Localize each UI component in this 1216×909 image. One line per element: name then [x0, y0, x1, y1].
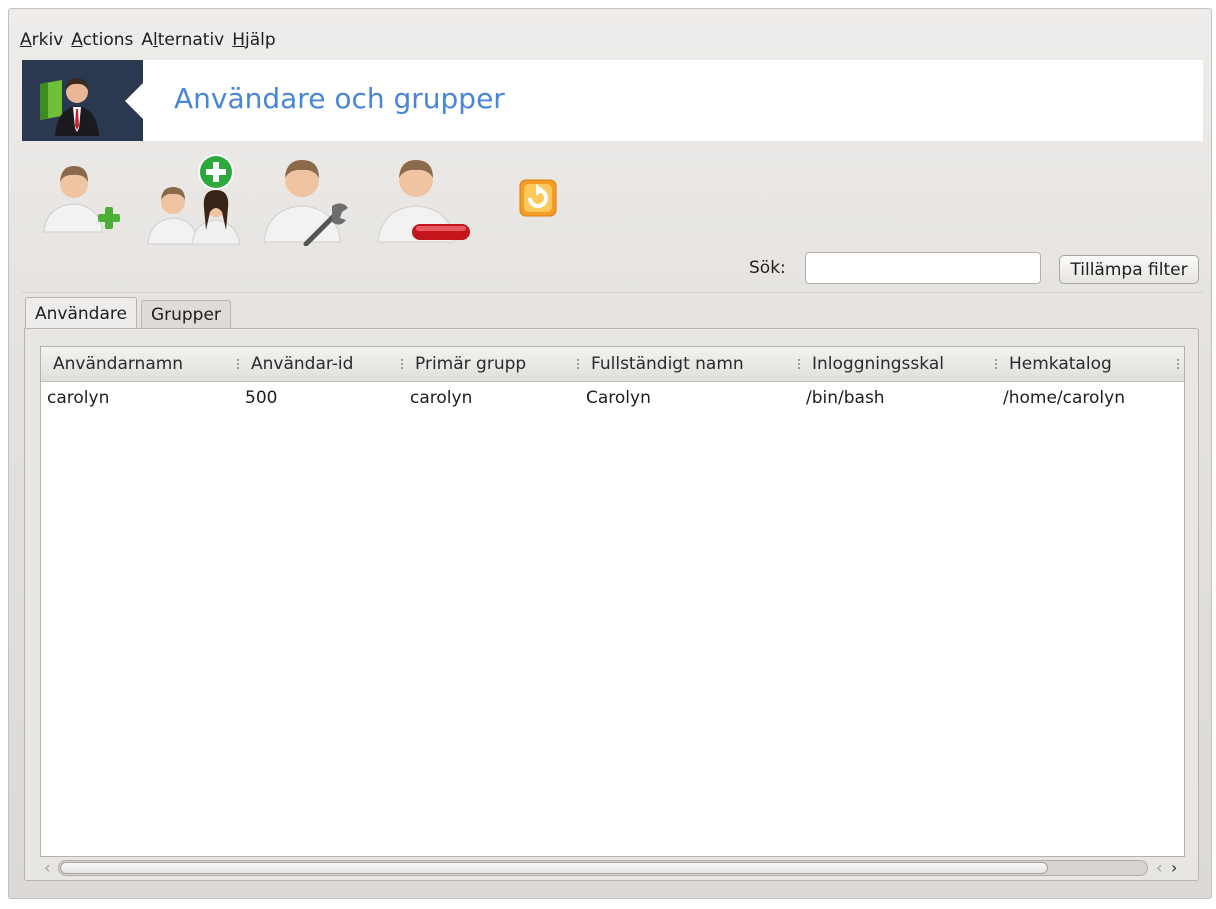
header-banner: Användare och grupper — [22, 60, 1203, 141]
horizontal-scrollbar[interactable]: ‹ ‹ › — [40, 858, 1185, 880]
column-header-username[interactable]: Användarnamn — [53, 354, 183, 374]
menu-arkiv[interactable]: Arkiv — [20, 30, 63, 54]
scroll-left-arrow-icon[interactable]: ‹ — [1156, 858, 1162, 877]
cell-username: carolyn — [47, 388, 110, 408]
separator — [22, 292, 1203, 293]
column-header-user-id[interactable]: Användar-id — [251, 354, 353, 374]
tab-bar: Användare Grupper — [25, 297, 235, 330]
banner-notch — [125, 82, 144, 120]
cell-home-dir: /home/carolyn — [1003, 388, 1125, 408]
cell-primary-group: carolyn — [410, 388, 473, 408]
cell-login-shell: /bin/bash — [806, 388, 885, 408]
column-separator[interactable] — [995, 359, 997, 371]
tab-users[interactable]: Användare — [25, 297, 137, 330]
menu-hjalp[interactable]: Hjälp — [232, 30, 275, 54]
delete-user-icon — [377, 160, 470, 243]
scrollbar-track[interactable] — [58, 860, 1148, 876]
menubar: Arkiv Actions Alternativ Hjälp — [20, 30, 284, 54]
cell-user-id: 500 — [245, 388, 278, 408]
column-separator[interactable] — [401, 359, 403, 371]
apply-filter-button[interactable]: Tillämpa filter — [1059, 255, 1199, 284]
column-header-primary-group[interactable]: Primär grupp — [415, 354, 526, 374]
search-label: Sök: — [749, 258, 786, 278]
column-separator[interactable] — [798, 359, 800, 371]
add-group-icon — [147, 154, 241, 245]
menu-alternativ[interactable]: Alternativ — [141, 30, 224, 54]
column-header-home-dir[interactable]: Hemkatalog — [1009, 354, 1112, 374]
users-table: Användarnamn Användar-id Primär grupp Fu… — [40, 346, 1185, 857]
cell-full-name: Carolyn — [586, 388, 651, 408]
add-group-button[interactable] — [146, 150, 246, 246]
menu-actions[interactable]: Actions — [71, 30, 133, 54]
tab-groups[interactable]: Grupper — [140, 300, 231, 329]
column-separator[interactable] — [577, 359, 579, 371]
scroll-right-arrow-icon[interactable]: › — [1171, 858, 1177, 877]
search-input[interactable] — [805, 252, 1041, 284]
table-header: Användarnamn Användar-id Primär grupp Fu… — [41, 347, 1184, 382]
column-header-login-shell[interactable]: Inloggningsskal — [812, 354, 944, 374]
scroll-left-arrow-icon[interactable]: ‹ — [44, 858, 50, 877]
column-header-full-name[interactable]: Fullständigt namn — [591, 354, 744, 374]
column-separator[interactable] — [237, 359, 239, 371]
scrollbar-thumb[interactable] — [60, 862, 1048, 874]
column-separator[interactable] — [1177, 359, 1179, 371]
delete-user-button[interactable] — [374, 150, 474, 246]
edit-user-button[interactable] — [260, 150, 352, 247]
page-title: Användare och grupper — [174, 82, 505, 115]
refresh-button[interactable] — [516, 176, 560, 220]
add-user-icon — [43, 166, 120, 233]
refresh-icon — [519, 179, 557, 217]
add-user-button[interactable] — [36, 150, 128, 246]
edit-user-icon — [263, 160, 348, 247]
table-row[interactable]: carolyn 500 carolyn Carolyn /bin/bash /h… — [41, 383, 1184, 415]
